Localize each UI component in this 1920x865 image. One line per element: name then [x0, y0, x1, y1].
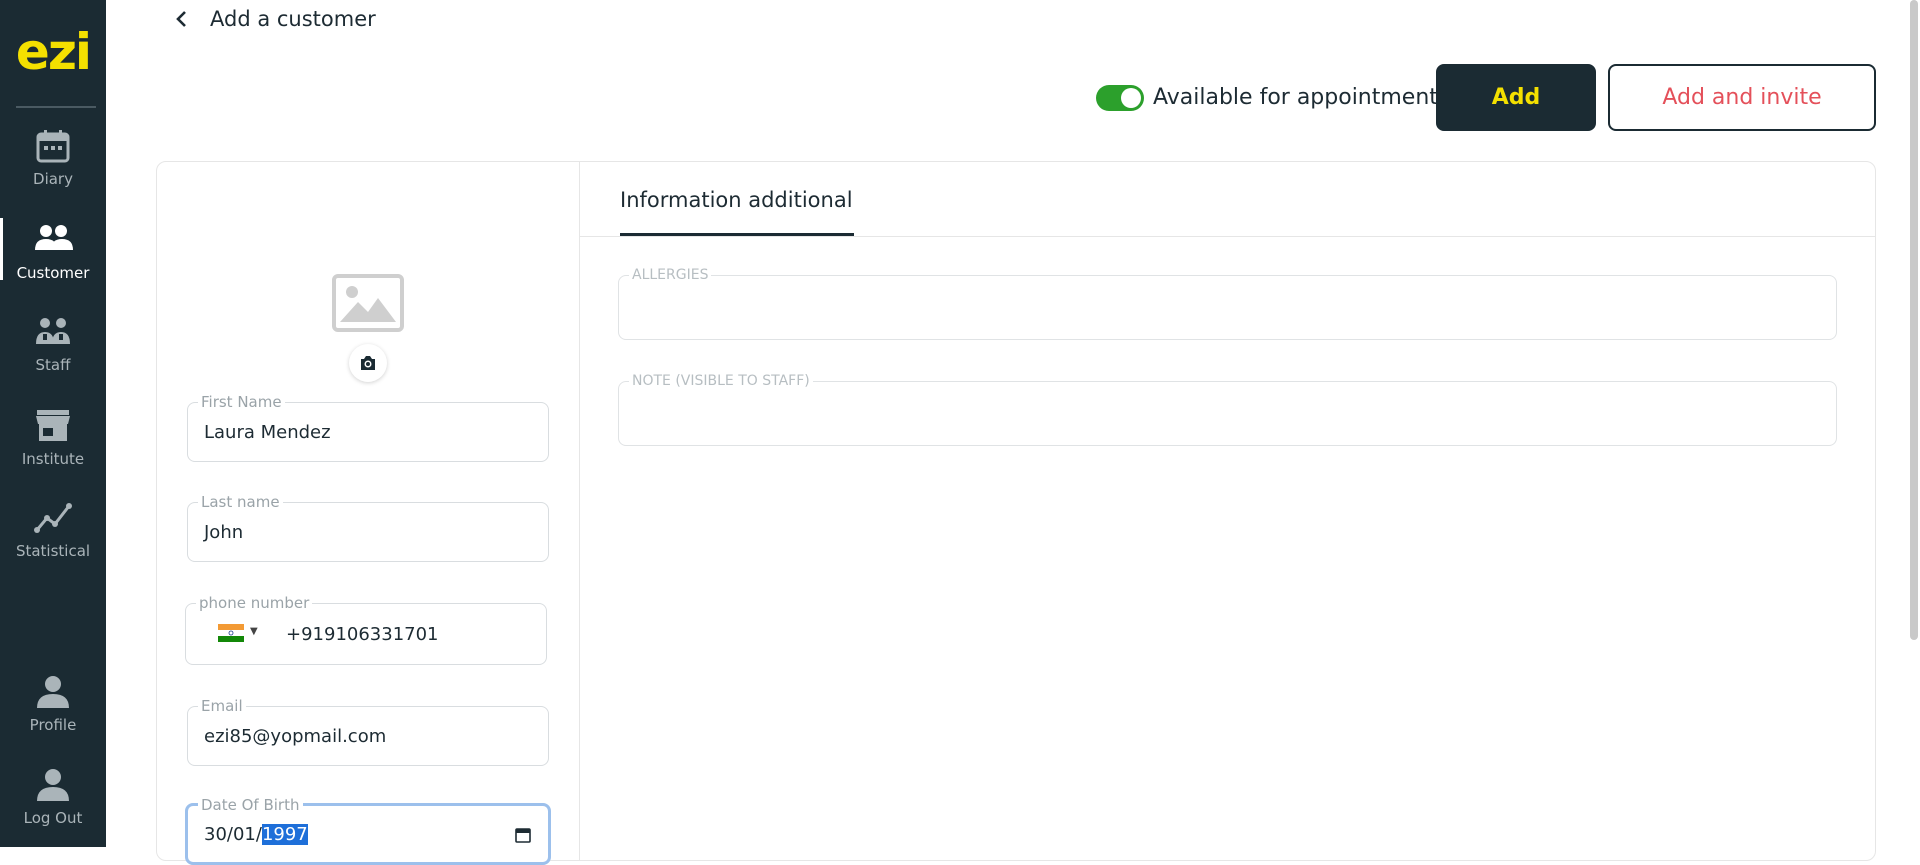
- sidebar-item-label: Staff: [35, 356, 71, 374]
- logout-user-icon: [37, 769, 69, 801]
- first-name-value: Laura Mendez: [204, 421, 331, 443]
- availability-label: Available for appointment: [1153, 85, 1438, 110]
- back-button[interactable]: [172, 4, 192, 34]
- date-of-birth-field[interactable]: Date Of Birth 30/01/1997: [185, 795, 551, 865]
- sidebar-item-profile[interactable]: Profile: [0, 672, 106, 752]
- sidebar-item-label: Customer: [16, 264, 90, 282]
- email-value: ezi85@yopmail.com: [204, 725, 387, 747]
- sidebar-item-logout[interactable]: Log Out: [0, 765, 106, 845]
- sidebar-item-label: Profile: [29, 716, 77, 734]
- sidebar-item-label: Log Out: [23, 809, 83, 827]
- note-field[interactable]: NOTE (VISIBLE TO STAFF): [618, 372, 1837, 446]
- calendar-icon: [36, 130, 70, 163]
- allergies-label: ALLERGIES: [629, 266, 712, 284]
- toggle-knob: [1121, 88, 1141, 108]
- sidebar-item-institute[interactable]: Institute: [0, 406, 106, 486]
- user-icon: [37, 676, 69, 708]
- last-name-field[interactable]: Last name John: [187, 492, 549, 562]
- page-scrollbar[interactable]: [1910, 0, 1918, 640]
- chart-line-icon: [34, 503, 72, 533]
- chevron-left-icon: [176, 11, 186, 27]
- last-name-value: John: [204, 521, 244, 543]
- phone-number-field[interactable]: phone number ▼ +919106331701: [185, 593, 547, 665]
- staff-icon: [36, 318, 70, 344]
- tab-information-additional[interactable]: Information additional: [620, 182, 853, 218]
- date-of-birth-value: 30/01/1997: [204, 824, 308, 845]
- sidebar-item-customer[interactable]: Customer: [0, 218, 106, 300]
- dob-day-month: 30/01/: [204, 824, 262, 845]
- date-of-birth-label: Date Of Birth: [198, 795, 303, 815]
- india-flag-icon[interactable]: [218, 624, 244, 642]
- sidebar-item-label: Institute: [21, 450, 85, 468]
- calendar-picker-icon[interactable]: [514, 826, 532, 844]
- image-placeholder-icon: [332, 274, 404, 332]
- camera-icon: [361, 356, 375, 370]
- add-and-invite-button[interactable]: Add and invite: [1608, 64, 1876, 131]
- sidebar: ezi Diary Customer Staff Institute Stati…: [0, 0, 106, 847]
- page-title: Add a customer: [210, 7, 376, 31]
- sidebar-item-diary[interactable]: Diary: [0, 126, 106, 206]
- sidebar-item-statistical[interactable]: Statistical: [0, 498, 106, 578]
- dob-year-selected: 1997: [261, 824, 308, 845]
- sidebar-item-staff[interactable]: Staff: [0, 312, 106, 392]
- availability-toggle[interactable]: [1096, 85, 1144, 111]
- email-field[interactable]: Email ezi85@yopmail.com: [187, 696, 549, 766]
- note-label: NOTE (VISIBLE TO STAFF): [629, 372, 813, 390]
- sidebar-item-label: Statistical: [15, 542, 91, 560]
- country-dropdown-caret-icon[interactable]: ▼: [250, 626, 258, 637]
- add-button[interactable]: Add: [1436, 64, 1596, 131]
- store-icon: [36, 410, 70, 441]
- users-icon: [35, 225, 73, 250]
- phone-number-value: +919106331701: [286, 623, 439, 645]
- tab-divider: [580, 236, 1876, 237]
- first-name-field[interactable]: First Name Laura Mendez: [187, 392, 549, 462]
- allergies-field[interactable]: ALLERGIES: [618, 266, 1837, 340]
- card-divider: [579, 161, 580, 861]
- logo-divider: [16, 106, 96, 108]
- upload-photo-button[interactable]: [349, 344, 387, 382]
- app-logo: ezi: [15, 23, 92, 81]
- sidebar-item-label: Diary: [33, 170, 73, 188]
